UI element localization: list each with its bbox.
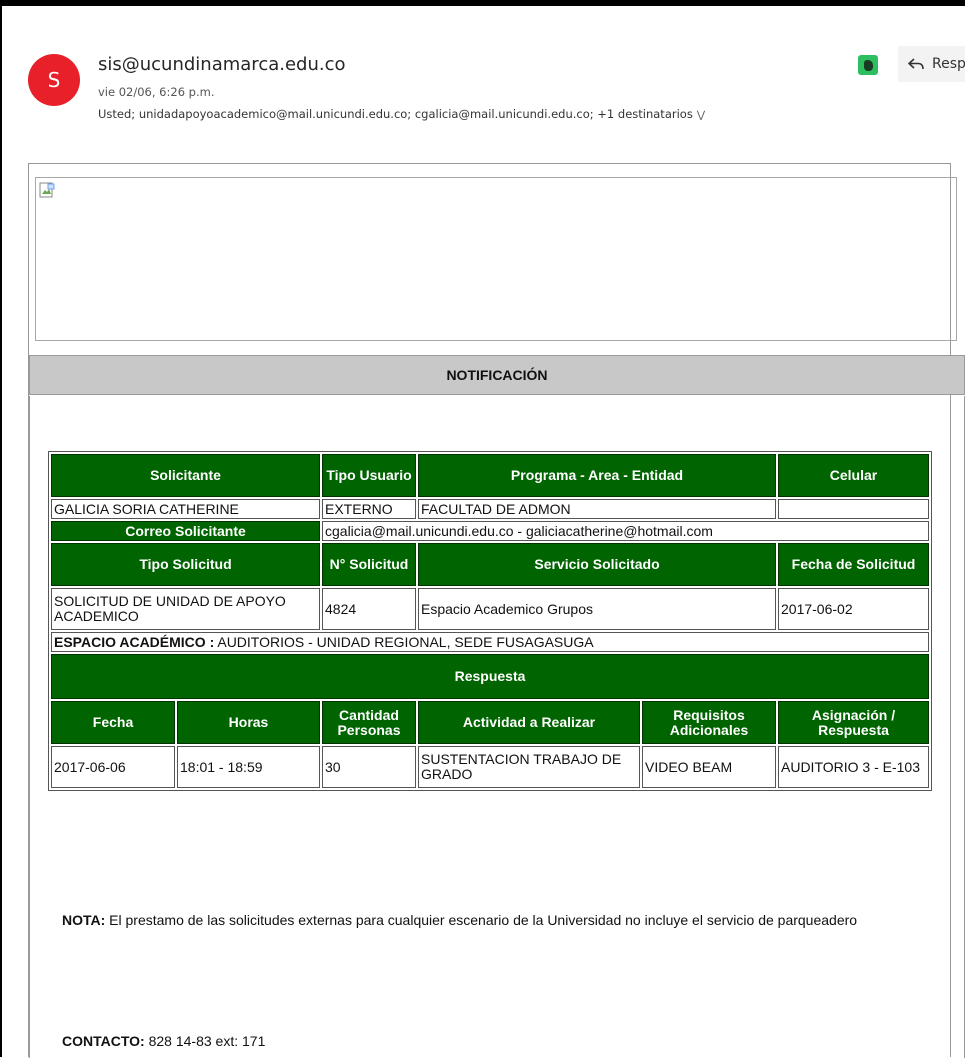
espacio-value: AUDITORIOS - UNIDAD REGIONAL, SEDE FUSAG… bbox=[214, 633, 594, 650]
cell-celular bbox=[778, 499, 929, 519]
header-servicio: Servicio Solicitado bbox=[418, 543, 776, 586]
header-tipo-solicitud: Tipo Solicitud bbox=[51, 543, 320, 586]
header-programa: Programa - Area - Entidad bbox=[418, 454, 776, 497]
notification-title: NOTIFICACIÓN bbox=[446, 367, 548, 383]
reply-arrow-icon bbox=[908, 58, 924, 70]
contact-label: CONTACTO: bbox=[62, 1033, 145, 1049]
double-chevron-down-icon[interactable]: ⋁ bbox=[697, 110, 705, 121]
cell-espacio-academico: ESPACIO ACADÉMICO : AUDITORIOS - UNIDAD … bbox=[51, 632, 929, 652]
contact-line: CONTACTO: 828 14-83 ext: 171 bbox=[62, 1033, 265, 1049]
header-asignacion: Asignación / Respuesta bbox=[778, 701, 929, 744]
cell-asignacion: AUDITORIO 3 - E-103 bbox=[778, 746, 929, 788]
header-correo: Correo Solicitante bbox=[51, 521, 320, 541]
cell-correo: cgalicia@mail.unicundi.edu.co - galiciac… bbox=[322, 521, 929, 541]
cell-actividad: SUSTENTACION TRABAJO DE GRADO bbox=[418, 746, 640, 788]
broken-image-icon bbox=[39, 182, 55, 198]
evernote-icon[interactable] bbox=[858, 55, 878, 75]
reply-label: Responder bbox=[932, 56, 965, 72]
cell-servicio: Espacio Academico Grupos bbox=[418, 588, 776, 630]
cell-tipo-usuario: EXTERNO bbox=[322, 499, 416, 519]
sent-date: vie 02/06, 6:26 p.m. bbox=[98, 85, 215, 99]
espacio-label: ESPACIO ACADÉMICO : bbox=[54, 633, 215, 650]
note-paragraph: NOTA: El prestamo de las solicitudes ext… bbox=[62, 912, 942, 928]
header-solicitante: Solicitante bbox=[51, 454, 320, 497]
cell-programa: FACULTAD DE ADMON bbox=[418, 499, 776, 519]
header-tipo-usuario: Tipo Usuario bbox=[322, 454, 416, 497]
header-respuesta: Respuesta bbox=[51, 654, 929, 699]
header-fecha-solicitud: Fecha de Solicitud bbox=[778, 543, 929, 586]
cell-tipo-solicitud: SOLICITUD DE UNIDAD DE APOYO ACADEMICO bbox=[51, 588, 320, 630]
notification-title-bar: NOTIFICACIÓN bbox=[29, 355, 965, 395]
reply-button[interactable]: Responder bbox=[898, 46, 965, 82]
cell-cantidad: 30 bbox=[322, 746, 416, 788]
sender-address[interactable]: sis@ucundinamarca.edu.co bbox=[98, 54, 346, 75]
header-image-placeholder bbox=[35, 177, 957, 341]
cell-requisitos: VIDEO BEAM bbox=[642, 746, 776, 788]
header-cantidad: Cantidad Personas bbox=[322, 701, 416, 744]
note-text: El prestamo de las solicitudes externas … bbox=[105, 912, 858, 928]
note-label: NOTA: bbox=[62, 912, 106, 928]
header-actividad: Actividad a Realizar bbox=[418, 701, 640, 744]
header-horas: Horas bbox=[177, 701, 320, 744]
cell-horas: 18:01 - 18:59 bbox=[177, 746, 320, 788]
header-celular: Celular bbox=[778, 454, 929, 497]
cell-fecha-solicitud: 2017-06-02 bbox=[778, 588, 929, 630]
cell-num-solicitud: 4824 bbox=[322, 588, 416, 630]
cell-fecha: 2017-06-06 bbox=[51, 746, 175, 788]
header-requisitos: Requisitos Adicionales bbox=[642, 701, 776, 744]
recipients-line[interactable]: Usted; unidadapoyoacademico@mail.unicund… bbox=[98, 107, 705, 121]
cell-solicitante: GALICIA SORIA CATHERINE bbox=[51, 499, 320, 519]
request-table: Solicitante Tipo Usuario Programa - Area… bbox=[48, 451, 932, 791]
header-fecha: Fecha bbox=[51, 701, 175, 744]
recipients-list: Usted; unidadapoyoacademico@mail.unicund… bbox=[98, 107, 693, 121]
header-num-solicitud: N° Solicitud bbox=[322, 543, 416, 586]
contact-value: 828 14-83 ext: 171 bbox=[144, 1033, 266, 1049]
sender-avatar[interactable]: S bbox=[28, 54, 80, 106]
